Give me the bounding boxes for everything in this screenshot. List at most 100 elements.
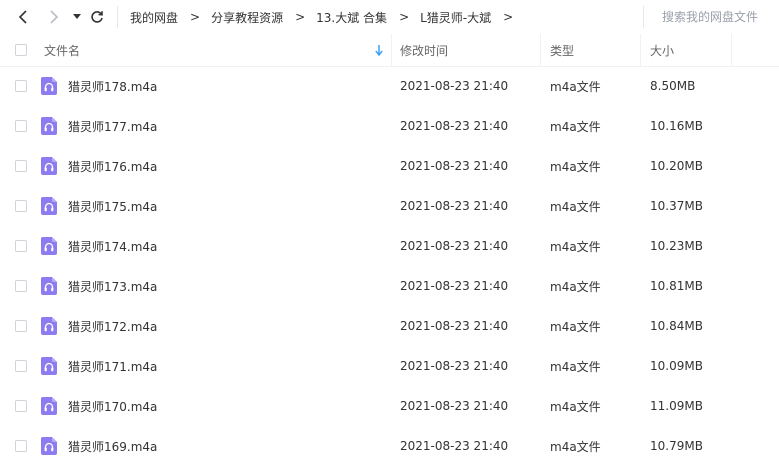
file-row[interactable]: 猎灵师175.m4a 2021-08-23 21:40 m4a文件 10.37M… [0, 186, 779, 226]
row-checkbox[interactable] [15, 66, 27, 106]
file-type: m4a文件 [550, 439, 601, 454]
audio-file-icon [41, 186, 57, 226]
file-row[interactable]: 猎灵师173.m4a 2021-08-23 21:40 m4a文件 10.81M… [0, 266, 779, 306]
file-modified-time: 2021-08-23 21:40 [400, 79, 509, 93]
file-size: 11.09MB [650, 399, 703, 413]
headphones-icon [41, 397, 57, 415]
search-input[interactable]: 搜索我的网盘文件 [662, 8, 758, 25]
file-row[interactable]: 猎灵师174.m4a 2021-08-23 21:40 m4a文件 10.23M… [0, 226, 779, 266]
row-checkbox[interactable] [15, 386, 27, 426]
file-name[interactable]: 猎灵师175.m4a [68, 186, 157, 226]
forward-button[interactable] [45, 6, 63, 28]
column-header-type[interactable]: 类型 [550, 34, 574, 66]
column-header-size[interactable]: 大小 [650, 34, 674, 66]
row-checkbox[interactable] [15, 426, 27, 466]
audio-file-icon [41, 266, 57, 306]
file-name[interactable]: 猎灵师177.m4a [68, 106, 157, 146]
file-size: 10.37MB [650, 199, 703, 213]
file-type: m4a文件 [550, 319, 601, 334]
row-checkbox[interactable] [15, 146, 27, 186]
headphones-icon [41, 317, 57, 335]
column-divider [391, 34, 392, 66]
headphones-icon [41, 157, 57, 175]
breadcrumb-item-root[interactable]: 我的网盘 [130, 9, 178, 26]
file-row[interactable]: 猎灵师178.m4a 2021-08-23 21:40 m4a文件 8.50MB [0, 66, 779, 106]
file-size: 10.16MB [650, 119, 703, 133]
toolbar-divider [117, 6, 118, 28]
file-name[interactable]: 猎灵师170.m4a [68, 386, 157, 426]
file-name[interactable]: 猎灵师171.m4a [68, 346, 157, 386]
file-row[interactable]: 猎灵师169.m4a 2021-08-23 21:40 m4a文件 10.79M… [0, 426, 779, 466]
file-row[interactable]: 猎灵师170.m4a 2021-08-23 21:40 m4a文件 11.09M… [0, 386, 779, 426]
checkbox-box [15, 280, 27, 292]
file-row[interactable]: 猎灵师172.m4a 2021-08-23 21:40 m4a文件 10.84M… [0, 306, 779, 346]
checkbox-box [15, 360, 27, 372]
file-modified-time: 2021-08-23 21:40 [400, 399, 509, 413]
breadcrumb-separator: > [503, 10, 514, 24]
file-modified-time: 2021-08-23 21:40 [400, 319, 509, 333]
select-all-checkbox[interactable] [15, 34, 27, 66]
file-row[interactable]: 猎灵师177.m4a 2021-08-23 21:40 m4a文件 10.16M… [0, 106, 779, 146]
file-name[interactable]: 猎灵师176.m4a [68, 146, 157, 186]
file-row[interactable]: 猎灵师171.m4a 2021-08-23 21:40 m4a文件 10.09M… [0, 346, 779, 386]
checkbox-box [15, 44, 27, 56]
file-type: m4a文件 [550, 79, 601, 94]
column-header-modified[interactable]: 修改时间 [400, 34, 448, 66]
audio-file-icon [41, 146, 57, 186]
file-modified-time: 2021-08-23 21:40 [400, 119, 509, 133]
file-name[interactable]: 猎灵师169.m4a [68, 426, 157, 466]
file-name[interactable]: 猎灵师173.m4a [68, 266, 157, 306]
file-name[interactable]: 猎灵师178.m4a [68, 66, 157, 106]
file-type: m4a文件 [550, 119, 601, 134]
row-checkbox[interactable] [15, 346, 27, 386]
row-checkbox[interactable] [15, 186, 27, 226]
refresh-button[interactable] [88, 6, 106, 28]
checkbox-box [15, 320, 27, 332]
breadcrumb-separator: > [399, 10, 410, 24]
headphones-icon [41, 197, 57, 215]
breadcrumb: 我的网盘 > 分享教程资源 > 13.大斌 合集 > L猎灵师-大斌 > [130, 0, 524, 34]
row-checkbox[interactable] [15, 226, 27, 266]
search-divider [643, 6, 644, 28]
file-row[interactable]: 猎灵师176.m4a 2021-08-23 21:40 m4a文件 10.20M… [0, 146, 779, 186]
breadcrumb-item-share[interactable]: 分享教程资源 [211, 9, 283, 26]
row-checkbox[interactable] [15, 106, 27, 146]
file-size: 10.84MB [650, 319, 703, 333]
row-checkbox[interactable] [15, 266, 27, 306]
file-modified-time: 2021-08-23 21:40 [400, 239, 509, 253]
file-type: m4a文件 [550, 279, 601, 294]
checkbox-box [15, 400, 27, 412]
chevron-left-icon [18, 10, 27, 24]
checkbox-box [15, 160, 27, 172]
column-divider [731, 34, 732, 66]
file-modified-time: 2021-08-23 21:40 [400, 159, 509, 173]
headphones-icon [41, 357, 57, 375]
file-modified-time: 2021-08-23 21:40 [400, 439, 509, 453]
file-type: m4a文件 [550, 359, 601, 374]
file-type: m4a文件 [550, 399, 601, 414]
file-type: m4a文件 [550, 159, 601, 174]
history-dropdown-button[interactable] [70, 6, 84, 28]
headphones-icon [41, 77, 57, 95]
file-size: 10.81MB [650, 279, 703, 293]
audio-file-icon [41, 66, 57, 106]
file-modified-time: 2021-08-23 21:40 [400, 279, 509, 293]
sort-indicator[interactable] [375, 34, 383, 66]
caret-down-icon [73, 14, 81, 19]
headphones-icon [41, 117, 57, 135]
audio-file-icon [41, 426, 57, 466]
checkbox-box [15, 80, 27, 92]
back-button[interactable] [14, 6, 32, 28]
file-name[interactable]: 猎灵师174.m4a [68, 226, 157, 266]
audio-file-icon [41, 306, 57, 346]
file-size: 10.20MB [650, 159, 703, 173]
column-header-name[interactable]: 文件名 [44, 34, 80, 66]
column-divider [640, 34, 641, 66]
breadcrumb-item-collection[interactable]: 13.大斌 合集 [316, 9, 387, 26]
row-checkbox[interactable] [15, 306, 27, 346]
sort-arrow-down-icon [375, 44, 383, 56]
file-name[interactable]: 猎灵师172.m4a [68, 306, 157, 346]
file-size: 10.23MB [650, 239, 703, 253]
chevron-right-icon [50, 10, 59, 24]
breadcrumb-item-current[interactable]: L猎灵师-大斌 [420, 9, 491, 26]
